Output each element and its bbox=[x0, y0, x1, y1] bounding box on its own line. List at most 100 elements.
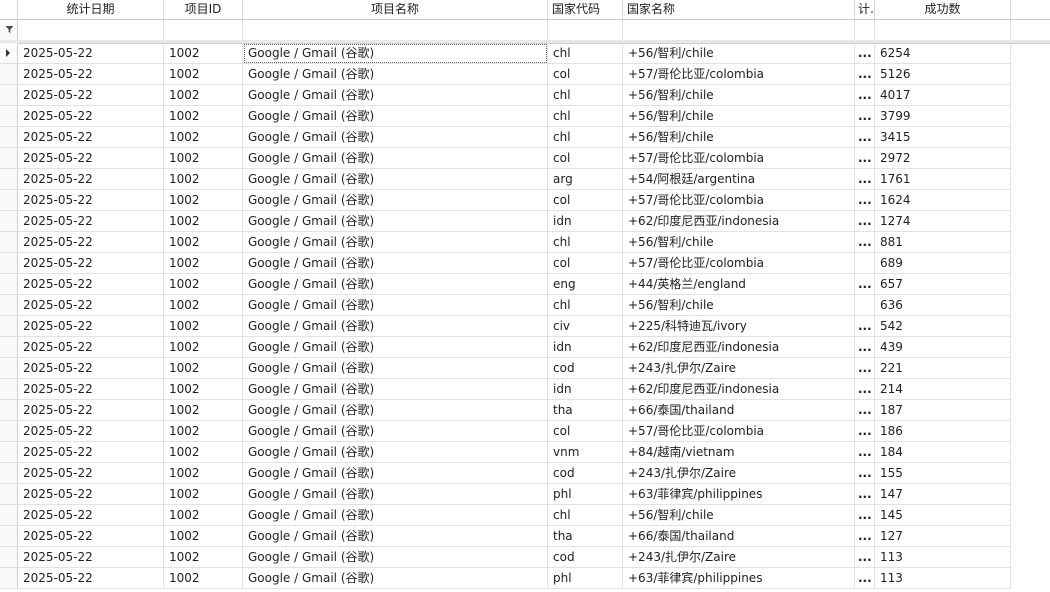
row-indicator[interactable] bbox=[0, 421, 18, 442]
cell-country-code[interactable]: cod bbox=[548, 463, 623, 484]
table-row[interactable]: 2025-05-22 1002 Google / Gmail (谷歌) chl +56/… bbox=[0, 295, 1050, 316]
table-row[interactable]: 2025-05-22 1002 Google / Gmail (谷歌) tha +66/… bbox=[0, 400, 1050, 421]
row-indicator[interactable] bbox=[0, 442, 18, 463]
table-row[interactable]: 2025-05-22 1002 Google / Gmail (谷歌) chl +56/… bbox=[0, 505, 1050, 526]
table-row[interactable]: 2025-05-22 1002 Google / Gmail (谷歌) eng +44/… bbox=[0, 274, 1050, 295]
cell-success-count[interactable]: 147 bbox=[875, 484, 1011, 505]
table-row[interactable]: 2025-05-22 1002 Google / Gmail (谷歌) vnm +84/… bbox=[0, 442, 1050, 463]
column-header-country-name[interactable]: 国家名称 bbox=[623, 0, 855, 19]
cell-success-count[interactable]: 657 bbox=[875, 274, 1011, 295]
cell-truncated[interactable]: ... bbox=[855, 400, 875, 421]
cell-project-name[interactable]: Google / Gmail (谷歌) bbox=[243, 190, 548, 211]
table-row[interactable]: 2025-05-22 1002 Google / Gmail (谷歌) tha +66/… bbox=[0, 526, 1050, 547]
filter-cell-project-id[interactable] bbox=[164, 20, 243, 40]
cell-project-id[interactable]: 1002 bbox=[164, 463, 243, 484]
cell-country-name[interactable]: +243/扎伊尔/Zaire bbox=[623, 463, 855, 484]
cell-country-name[interactable]: +56/智利/chile bbox=[623, 232, 855, 253]
cell-country-code[interactable]: idn bbox=[548, 379, 623, 400]
cell-date[interactable]: 2025-05-22 bbox=[18, 148, 164, 169]
row-indicator[interactable] bbox=[0, 463, 18, 484]
row-indicator[interactable] bbox=[0, 295, 18, 316]
cell-truncated[interactable]: ... bbox=[855, 568, 875, 589]
cell-project-id[interactable]: 1002 bbox=[164, 379, 243, 400]
cell-truncated[interactable]: ... bbox=[855, 85, 875, 106]
cell-date[interactable]: 2025-05-22 bbox=[18, 463, 164, 484]
cell-project-id[interactable]: 1002 bbox=[164, 190, 243, 211]
cell-success-count[interactable]: 5126 bbox=[875, 64, 1011, 85]
cell-success-count[interactable]: 214 bbox=[875, 379, 1011, 400]
table-row[interactable]: 2025-05-22 1002 Google / Gmail (谷歌) civ +225… bbox=[0, 316, 1050, 337]
column-header-country-code[interactable]: 国家代码 bbox=[548, 0, 623, 19]
cell-date[interactable]: 2025-05-22 bbox=[18, 400, 164, 421]
cell-country-name[interactable]: +57/哥伦比亚/colombia bbox=[623, 148, 855, 169]
row-indicator[interactable] bbox=[0, 358, 18, 379]
row-indicator[interactable] bbox=[0, 253, 18, 274]
cell-project-name[interactable]: Google / Gmail (谷歌) bbox=[243, 316, 548, 337]
column-header-success-count[interactable]: 成功数 bbox=[875, 0, 1011, 19]
cell-country-name[interactable]: +57/哥伦比亚/colombia bbox=[623, 64, 855, 85]
cell-country-name[interactable]: +84/越南/vietnam bbox=[623, 442, 855, 463]
cell-date[interactable]: 2025-05-22 bbox=[18, 358, 164, 379]
row-indicator[interactable] bbox=[0, 274, 18, 295]
filter-cell-project-name[interactable] bbox=[243, 20, 548, 40]
cell-country-code[interactable]: vnm bbox=[548, 442, 623, 463]
cell-success-count[interactable]: 113 bbox=[875, 547, 1011, 568]
cell-project-id[interactable]: 1002 bbox=[164, 148, 243, 169]
cell-project-id[interactable]: 1002 bbox=[164, 253, 243, 274]
cell-project-id[interactable]: 1002 bbox=[164, 274, 243, 295]
cell-truncated[interactable]: ... bbox=[855, 358, 875, 379]
cell-country-code[interactable]: chl bbox=[548, 43, 623, 64]
cell-country-code[interactable]: phl bbox=[548, 568, 623, 589]
cell-project-id[interactable]: 1002 bbox=[164, 358, 243, 379]
cell-country-code[interactable]: chl bbox=[548, 505, 623, 526]
filter-cell-country-name[interactable] bbox=[623, 20, 855, 40]
cell-project-id[interactable]: 1002 bbox=[164, 421, 243, 442]
cell-country-name[interactable]: +66/泰国/thailand bbox=[623, 526, 855, 547]
table-row[interactable]: 2025-05-22 1002 Google / Gmail (谷歌) col +57/… bbox=[0, 190, 1050, 211]
cell-country-name[interactable]: +44/英格兰/england bbox=[623, 274, 855, 295]
cell-date[interactable]: 2025-05-22 bbox=[18, 442, 164, 463]
cell-date[interactable]: 2025-05-22 bbox=[18, 43, 164, 64]
cell-truncated[interactable]: ... bbox=[855, 547, 875, 568]
cell-country-name[interactable]: +62/印度尼西亚/indonesia bbox=[623, 337, 855, 358]
row-indicator[interactable] bbox=[0, 484, 18, 505]
cell-country-name[interactable]: +56/智利/chile bbox=[623, 43, 855, 64]
cell-success-count[interactable]: 3799 bbox=[875, 106, 1011, 127]
cell-project-name[interactable]: Google / Gmail (谷歌) bbox=[243, 400, 548, 421]
cell-success-count[interactable]: 881 bbox=[875, 232, 1011, 253]
cell-date[interactable]: 2025-05-22 bbox=[18, 253, 164, 274]
cell-truncated[interactable] bbox=[855, 253, 875, 274]
row-indicator[interactable] bbox=[0, 190, 18, 211]
cell-success-count[interactable]: 2972 bbox=[875, 148, 1011, 169]
cell-project-name[interactable]: Google / Gmail (谷歌) bbox=[243, 127, 548, 148]
cell-country-name[interactable]: +63/菲律宾/philippines bbox=[623, 568, 855, 589]
table-row[interactable]: 2025-05-22 1002 Google / Gmail (谷歌) phl +63/… bbox=[0, 568, 1050, 589]
cell-country-name[interactable]: +57/哥伦比亚/colombia bbox=[623, 253, 855, 274]
cell-country-code[interactable]: civ bbox=[548, 316, 623, 337]
table-row[interactable]: 2025-05-22 1002 Google / Gmail (谷歌) cod +243… bbox=[0, 358, 1050, 379]
cell-truncated[interactable]: ... bbox=[855, 148, 875, 169]
table-row[interactable]: 2025-05-22 1002 Google / Gmail (谷歌) chl +56/… bbox=[0, 85, 1050, 106]
cell-country-code[interactable]: idn bbox=[548, 211, 623, 232]
row-indicator[interactable] bbox=[0, 568, 18, 589]
cell-country-name[interactable]: +56/智利/chile bbox=[623, 505, 855, 526]
cell-truncated[interactable]: ... bbox=[855, 43, 875, 64]
cell-success-count[interactable]: 542 bbox=[875, 316, 1011, 337]
cell-truncated[interactable]: ... bbox=[855, 442, 875, 463]
cell-truncated[interactable]: ... bbox=[855, 169, 875, 190]
row-indicator[interactable] bbox=[0, 232, 18, 253]
cell-country-name[interactable]: +243/扎伊尔/Zaire bbox=[623, 547, 855, 568]
cell-success-count[interactable]: 187 bbox=[875, 400, 1011, 421]
cell-truncated[interactable]: ... bbox=[855, 379, 875, 400]
cell-truncated[interactable]: ... bbox=[855, 484, 875, 505]
cell-project-name[interactable]: Google / Gmail (谷歌) bbox=[243, 295, 548, 316]
column-header-project-id[interactable]: 项目ID bbox=[164, 0, 243, 19]
column-header-project-name[interactable]: 项目名称 bbox=[243, 0, 548, 19]
filter-cell-country-code[interactable] bbox=[548, 20, 623, 40]
cell-date[interactable]: 2025-05-22 bbox=[18, 232, 164, 253]
column-header-date[interactable]: 统计日期 bbox=[18, 0, 164, 19]
cell-truncated[interactable]: ... bbox=[855, 274, 875, 295]
cell-country-code[interactable]: chl bbox=[548, 232, 623, 253]
cell-country-code[interactable]: arg bbox=[548, 169, 623, 190]
cell-date[interactable]: 2025-05-22 bbox=[18, 211, 164, 232]
